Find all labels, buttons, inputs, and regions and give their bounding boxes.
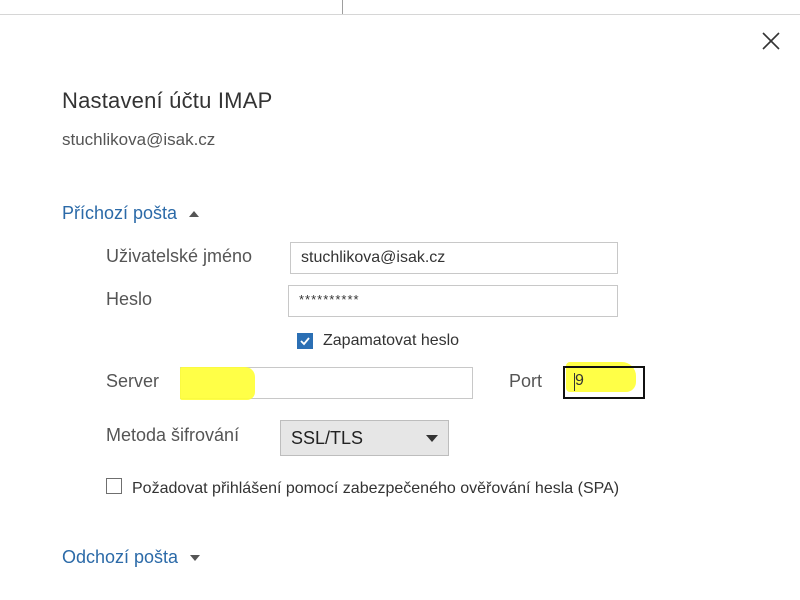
incoming-mail-label: Příchozí pošta — [62, 203, 178, 223]
port-input[interactable]: 9 — [563, 366, 645, 399]
username-label: Uživatelské jméno — [106, 246, 253, 266]
close-icon — [762, 32, 780, 50]
encryption-select[interactable]: SSL/TLS — [280, 420, 449, 456]
dialog-title: Nastavení účtu IMAP — [62, 88, 273, 113]
imap-settings-dialog: Nastavení účtu IMAP stuchlikova@isak.cz … — [0, 0, 800, 600]
chevron-up-icon — [187, 207, 201, 221]
outgoing-mail-label: Odchozí pošta — [62, 547, 179, 567]
dropdown-caret-icon — [426, 435, 438, 442]
text-cursor — [574, 373, 575, 391]
background-window-strip — [0, 0, 800, 15]
username-input[interactable]: stuchlikova@isak.cz — [290, 242, 618, 274]
server-label: Server — [106, 371, 160, 391]
background-divider — [342, 0, 343, 14]
outgoing-mail-toggle[interactable]: Odchozí pošta — [62, 547, 202, 568]
encryption-label: Metoda šifrování — [106, 425, 240, 445]
incoming-mail-toggle[interactable]: Příchozí pošta — [62, 203, 201, 224]
spa-label: Požadovat přihlášení pomocí zabezpečenéh… — [132, 480, 620, 497]
checkmark-icon — [300, 337, 310, 346]
remember-password-label: Zapamatovat heslo — [323, 332, 460, 349]
close-button[interactable] — [758, 28, 784, 54]
remember-password-checkbox[interactable] — [297, 333, 313, 349]
port-label: Port — [509, 371, 543, 391]
server-input[interactable] — [180, 367, 473, 399]
account-email: stuchlikova@isak.cz — [62, 130, 216, 149]
spa-checkbox[interactable] — [106, 478, 122, 494]
encryption-selected-value: SSL/TLS — [291, 428, 364, 448]
chevron-down-icon — [188, 551, 202, 565]
password-input[interactable]: ********** — [288, 285, 618, 317]
password-label: Heslo — [106, 289, 153, 309]
